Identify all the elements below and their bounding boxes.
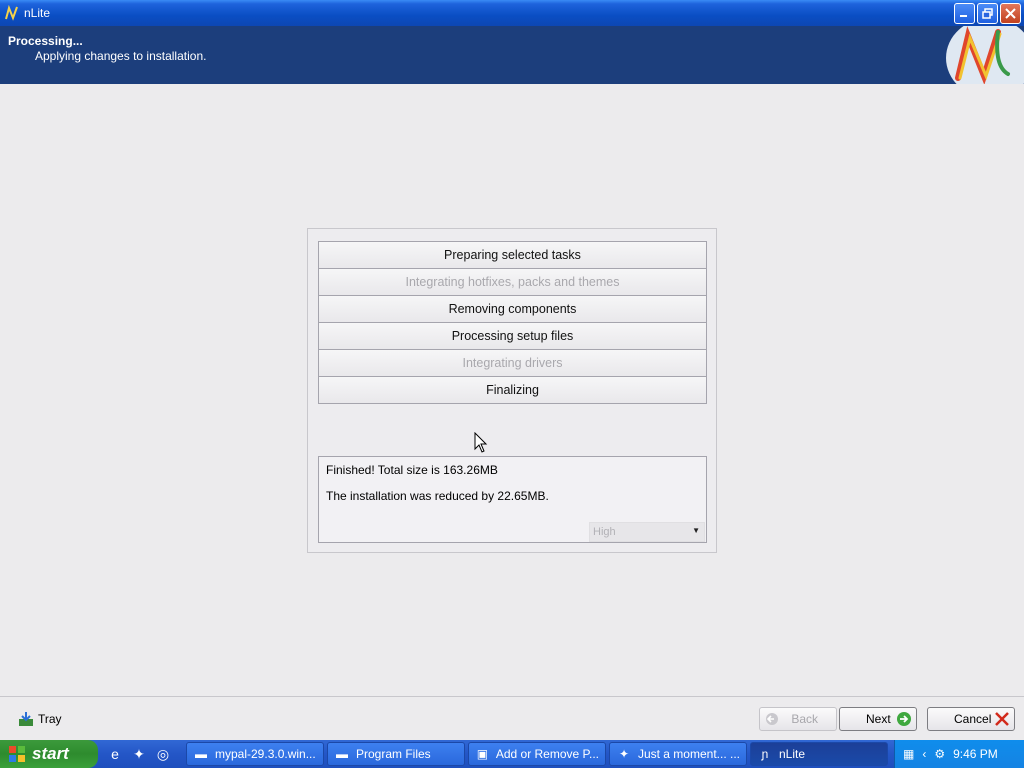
- task-item: Integrating hotfixes, packs and themes: [318, 268, 707, 296]
- system-tray: ▦ ‹ ⚙ 9:46 PM: [894, 740, 1024, 768]
- task-list: Preparing selected tasks Integrating hot…: [318, 241, 707, 404]
- media-icon[interactable]: ◎: [154, 745, 172, 763]
- tray-label: Tray: [38, 712, 62, 726]
- nlite-logo-icon: [946, 26, 1024, 84]
- cancel-button[interactable]: Cancel: [927, 707, 1015, 731]
- tray-button[interactable]: Tray: [18, 711, 62, 727]
- task-item: Preparing selected tasks: [318, 241, 707, 269]
- taskbar-item[interactable]: ✦ Just a moment... ...: [609, 742, 747, 766]
- taskbar-item-active[interactable]: ɲ nLite: [750, 742, 888, 766]
- window-title: nLite: [24, 6, 51, 20]
- result-box: Finished! Total size is 163.26MB The ins…: [318, 456, 707, 543]
- priority-select[interactable]: High ▼: [589, 522, 705, 542]
- windows-flag-icon: [9, 746, 25, 762]
- tray-expand-icon[interactable]: ‹: [922, 747, 926, 761]
- nlite-icon: ɲ: [761, 747, 769, 761]
- mouse-cursor-icon: [474, 432, 488, 453]
- close-button[interactable]: [1000, 3, 1021, 24]
- taskbar-item[interactable]: ▬ Program Files: [327, 742, 465, 766]
- page-title: Processing...: [8, 34, 83, 48]
- cancel-x-icon: [995, 712, 1009, 726]
- priority-select-value: High: [593, 526, 616, 538]
- keyboard-icon[interactable]: ▦: [903, 747, 914, 761]
- taskbar-item[interactable]: ▬ mypal-29.3.0.win...: [186, 742, 324, 766]
- ie-icon[interactable]: e: [106, 745, 124, 763]
- tray-icon: [19, 712, 33, 726]
- minimize-button[interactable]: [954, 3, 975, 24]
- taskbar-item-label: Program Files: [356, 747, 431, 761]
- page-subtitle: Applying changes to installation.: [35, 49, 207, 63]
- back-arrow-icon: [766, 713, 778, 725]
- taskbar-item-label: nLite: [779, 747, 806, 761]
- restore-button[interactable]: [977, 3, 998, 24]
- control-panel-icon: ▣: [476, 747, 489, 761]
- result-reduction: The installation was reduced by 22.65MB.: [326, 489, 549, 503]
- taskbar-item-label: Add or Remove P...: [495, 747, 599, 761]
- wizard-header: Processing... Applying changes to instal…: [0, 26, 1024, 84]
- task-item: Integrating drivers: [318, 349, 707, 377]
- clock: 9:46 PM: [953, 747, 998, 761]
- back-button[interactable]: Back: [759, 707, 837, 731]
- cancel-label: Cancel: [954, 712, 992, 726]
- taskbar-item-label: mypal-29.3.0.win...: [215, 747, 316, 761]
- network-icon[interactable]: ⚙: [934, 747, 945, 761]
- minimize-icon: [960, 15, 967, 17]
- progress-panel: Preparing selected tasks Integrating hot…: [307, 228, 717, 553]
- browser-icon[interactable]: ✦: [130, 745, 148, 763]
- quick-launch: e ✦ ◎: [106, 745, 172, 763]
- result-total-size: Finished! Total size is 163.26MB: [326, 463, 498, 477]
- start-label: start: [32, 744, 69, 763]
- back-label: Back: [791, 712, 818, 726]
- taskbar-item[interactable]: ▣ Add or Remove P...: [468, 742, 606, 766]
- restore-icon: [982, 8, 993, 19]
- next-label: Next: [866, 712, 891, 726]
- taskbar-items: ▬ mypal-29.3.0.win... ▬ Program Files ▣ …: [186, 742, 888, 766]
- task-item: Finalizing: [318, 376, 707, 404]
- task-item: Processing setup files: [318, 322, 707, 350]
- taskbar: start e ✦ ◎ ▬ mypal-29.3.0.win... ▬ Prog…: [0, 740, 1024, 768]
- next-arrow-icon: [897, 712, 911, 726]
- browser-icon: ✦: [618, 747, 629, 761]
- close-icon: [1005, 8, 1016, 19]
- next-button[interactable]: Next: [839, 707, 917, 731]
- taskbar-item-label: Just a moment... ...: [637, 747, 740, 761]
- task-item: Removing components: [318, 295, 707, 323]
- folder-icon: ▬: [195, 747, 207, 761]
- folder-icon: ▬: [336, 747, 348, 761]
- dropdown-arrow-icon: ▼: [692, 526, 700, 535]
- wizard-footer: Tray Back Next Cancel: [0, 696, 1024, 740]
- nlite-app-icon: [5, 5, 18, 21]
- start-button[interactable]: start: [0, 740, 98, 768]
- window-titlebar[interactable]: nLite: [0, 0, 1024, 26]
